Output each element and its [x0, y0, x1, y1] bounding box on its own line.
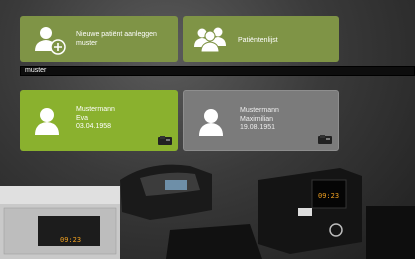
patient-list-icon: [194, 27, 226, 53]
patient-birth-date: 19.08.1951: [240, 124, 276, 131]
avatar-icon: [35, 108, 59, 135]
device-display-right: 09:23: [318, 192, 340, 200]
new-patient-label: Nieuwe patiënt aanleggen muster: [76, 31, 157, 47]
device-icon: [318, 135, 332, 144]
patient-card[interactable]: Mustermann Maximilian 19.08.1951: [183, 90, 339, 151]
add-patient-icon: [35, 27, 66, 55]
patient-list-tile[interactable]: Patiëntenlijst: [183, 16, 339, 62]
search-value: muster: [25, 67, 47, 74]
patient-list-label: Patiëntenlijst: [238, 37, 278, 44]
patient-birth-date: 03.04.1958: [76, 123, 112, 130]
patient-first-name: Maximilian: [240, 115, 274, 123]
new-patient-tile[interactable]: Nieuwe patiënt aanleggen muster: [20, 16, 178, 62]
device-display-left: 09:23: [60, 236, 82, 244]
device-icon: [158, 136, 172, 145]
avatar-icon: [199, 109, 223, 136]
patient-card-selected[interactable]: Mustermann Eva 03.04.1958: [20, 90, 178, 151]
patient-last-name: Mustermann: [240, 107, 279, 114]
patient-first-name: Eva: [76, 114, 89, 122]
search-input[interactable]: muster: [20, 66, 415, 76]
patient-last-name: Mustermann: [76, 106, 115, 113]
